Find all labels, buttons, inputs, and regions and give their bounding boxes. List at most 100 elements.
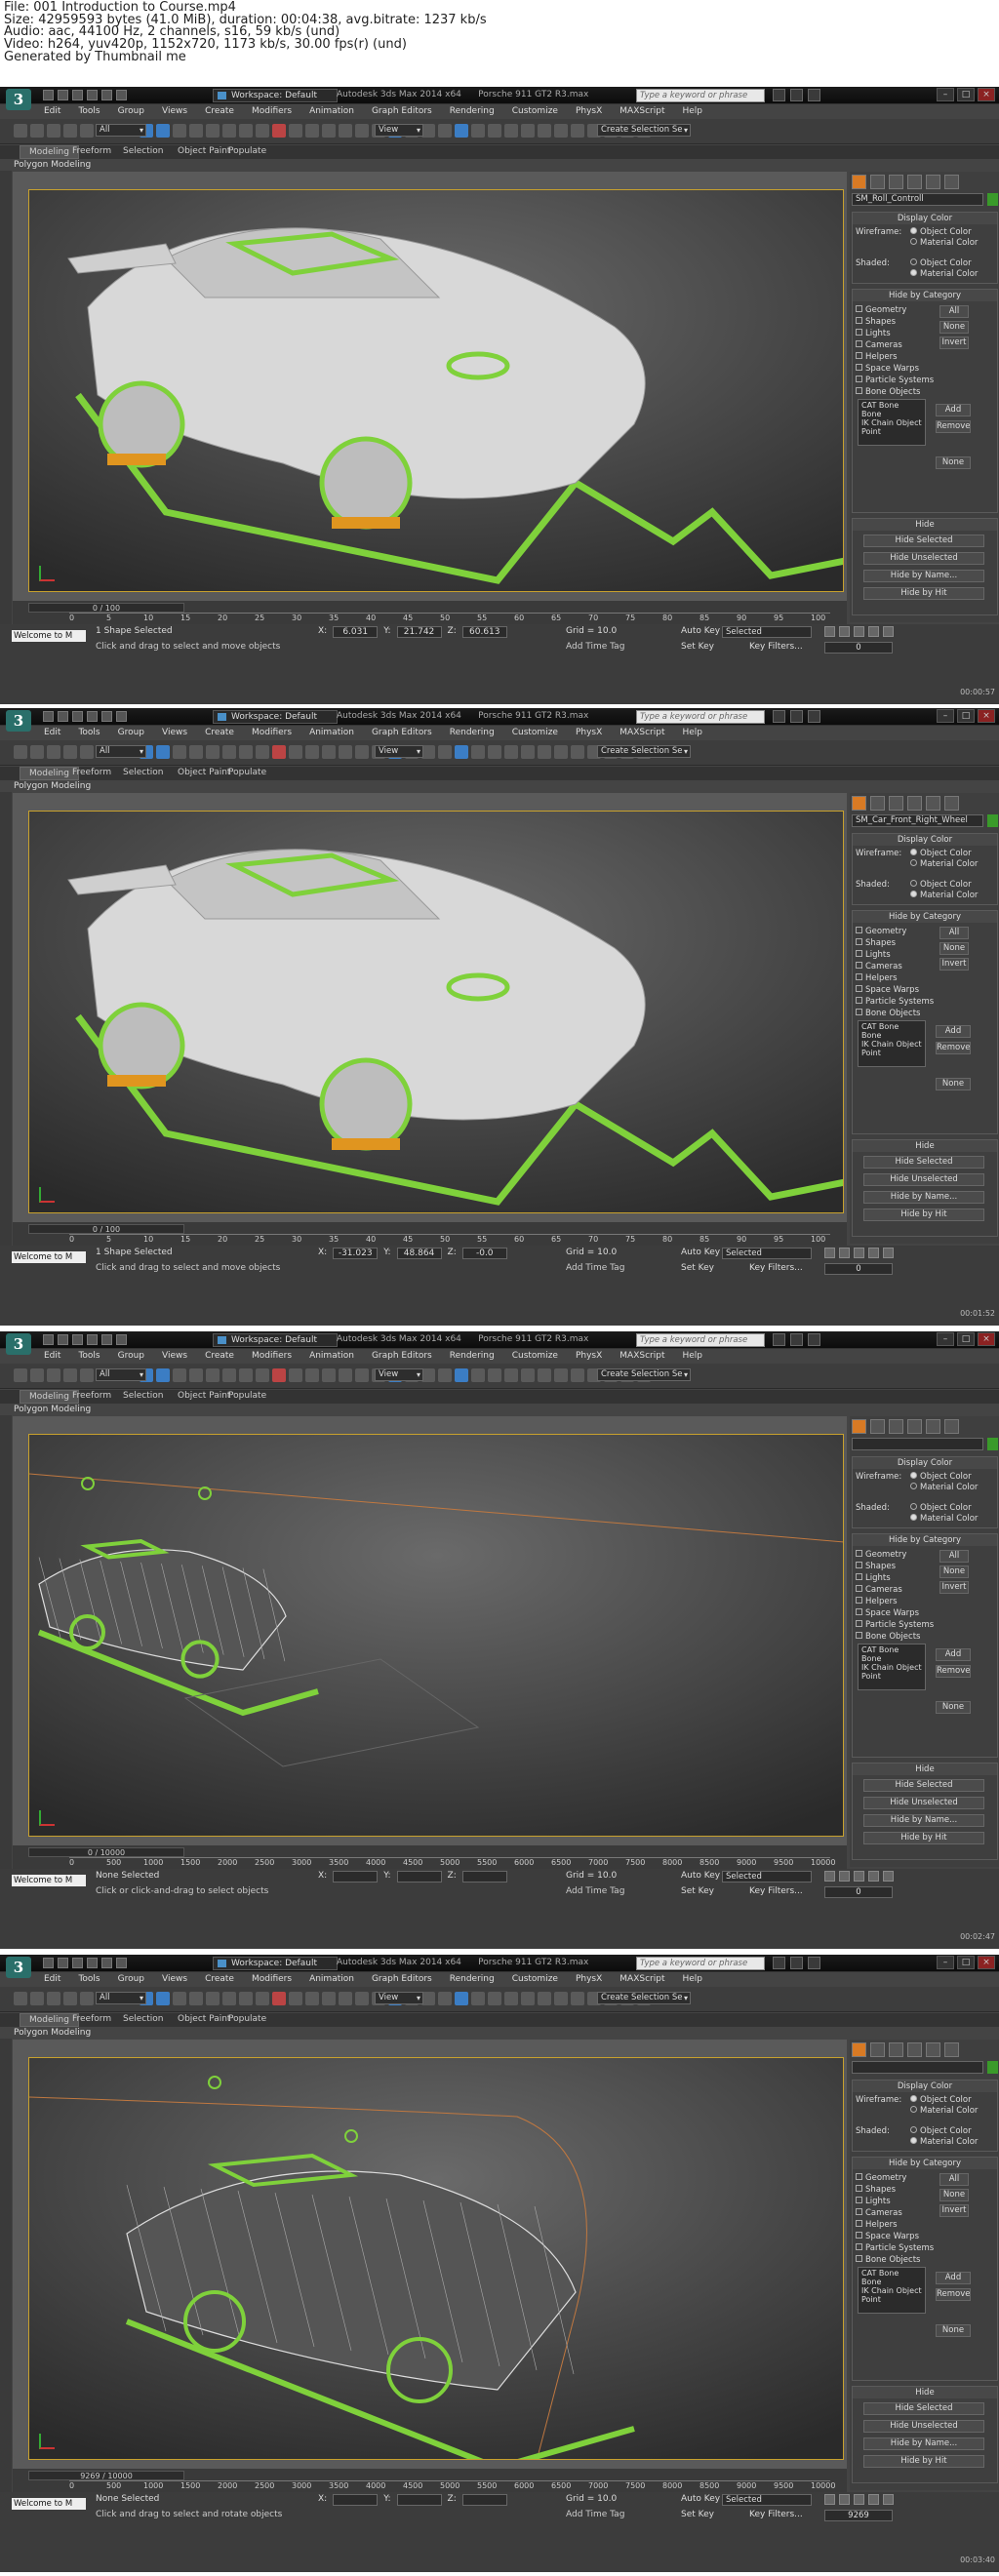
menu-item[interactable]: Edit xyxy=(35,1350,69,1363)
toolbar-tool-icon[interactable] xyxy=(438,1368,452,1382)
toolbar-tool-icon[interactable] xyxy=(488,1992,501,2005)
hide-by-hit-button[interactable]: Hide by Hit xyxy=(863,1832,984,1844)
maximize-button[interactable]: □ xyxy=(957,709,975,723)
redo-icon[interactable] xyxy=(101,90,112,100)
shaded-object-color-radio[interactable]: Object Color xyxy=(910,880,972,890)
add-time-tag[interactable]: Add Time Tag xyxy=(566,1263,624,1273)
toolbar-tool-icon[interactable] xyxy=(173,1992,186,2005)
category-checkbox[interactable]: Lights xyxy=(856,329,891,338)
ribbon-tab[interactable]: Modeling xyxy=(20,767,79,780)
toolbar-tool-icon[interactable] xyxy=(206,1992,220,2005)
prev-frame-icon[interactable] xyxy=(839,1871,850,1882)
category-all-button[interactable]: All xyxy=(939,1550,969,1563)
hierarchy-tab-icon[interactable] xyxy=(889,175,903,189)
auto-key-button[interactable]: Auto Key xyxy=(681,1871,720,1881)
binoculars-icon[interactable] xyxy=(773,710,785,723)
redo-icon[interactable] xyxy=(101,1958,112,1968)
selection-filter-dropdown[interactable]: All xyxy=(96,1368,146,1381)
category-invert-button[interactable]: Invert xyxy=(939,1581,969,1594)
category-checkbox[interactable]: Cameras xyxy=(856,340,902,350)
category-checkbox[interactable]: Bone Objects xyxy=(856,387,920,397)
prev-frame-icon[interactable] xyxy=(839,1248,850,1258)
create-tab-icon[interactable] xyxy=(852,175,866,189)
object-color-swatch[interactable] xyxy=(987,814,998,827)
open-icon[interactable] xyxy=(58,90,68,100)
key-selection-dropdown[interactable]: Selected xyxy=(722,2494,812,2506)
z-coordinate-field[interactable]: 60.613 xyxy=(461,626,507,638)
menu-item[interactable]: MAXScript xyxy=(611,1350,673,1363)
menu-item[interactable]: Create xyxy=(196,105,243,118)
toolbar-tool-icon[interactable] xyxy=(239,1992,253,2005)
ribbon-tab[interactable]: Freeform xyxy=(72,146,111,156)
undo-icon[interactable] xyxy=(87,90,98,100)
menu-item[interactable]: PhysX xyxy=(567,1350,611,1363)
toolbar-tool-icon[interactable] xyxy=(256,745,269,759)
category-checkbox[interactable]: Space Warps xyxy=(856,364,919,374)
category-checkbox[interactable]: Geometry xyxy=(856,305,906,315)
hide-by-name-button[interactable]: Hide by Name... xyxy=(863,2437,984,2450)
toolbar-tool-icon[interactable] xyxy=(289,1368,302,1382)
toolbar-tool-icon[interactable] xyxy=(14,745,27,759)
shaded-material-color-radio[interactable]: Material Color xyxy=(910,1514,978,1524)
object-name-field[interactable]: SM_Roll_Controll xyxy=(852,193,983,206)
key-filters-button[interactable]: Key Filters... xyxy=(749,1886,803,1896)
z-coordinate-field[interactable] xyxy=(461,2494,507,2506)
menu-item[interactable]: Modifiers xyxy=(243,1350,300,1363)
category-checkbox[interactable]: Bone Objects xyxy=(856,2255,920,2265)
menu-item[interactable]: Views xyxy=(153,1973,196,1986)
toolbar-tool-icon[interactable] xyxy=(571,124,584,138)
y-coordinate-field[interactable]: 21.742 xyxy=(396,626,442,638)
wire-object-color-radio[interactable]: Object Color xyxy=(910,1472,972,1482)
modify-tab-icon[interactable] xyxy=(870,1419,885,1434)
rollout-title[interactable]: Display Color xyxy=(853,834,997,846)
wire-material-color-radio[interactable]: Material Color xyxy=(910,859,978,869)
prev-frame-icon[interactable] xyxy=(839,626,850,637)
x-coordinate-field[interactable] xyxy=(333,2494,379,2506)
list-remove-button[interactable]: Remove xyxy=(936,1042,971,1054)
key-filters-button[interactable]: Key Filters... xyxy=(749,1263,803,1273)
menu-item[interactable]: Create xyxy=(196,727,243,739)
toolbar-tool-icon[interactable] xyxy=(272,1992,286,2005)
toolbar-tool-icon[interactable] xyxy=(272,124,286,138)
category-none-button[interactable]: None xyxy=(939,942,969,955)
modify-tab-icon[interactable] xyxy=(870,796,885,811)
category-checkbox[interactable]: Particle Systems xyxy=(856,376,934,385)
toolbar-tool-icon[interactable] xyxy=(189,1368,203,1382)
toolbar-tool-icon[interactable] xyxy=(80,1992,94,2005)
binoculars-icon[interactable] xyxy=(773,89,785,101)
workspace-dropdown[interactable]: Workspace: Default xyxy=(213,89,338,102)
menu-item[interactable]: Graph Editors xyxy=(363,105,441,118)
toolbar-tool-icon[interactable] xyxy=(488,745,501,759)
toolbar-tool-icon[interactable] xyxy=(14,1992,27,2005)
hide-selected-button[interactable]: Hide Selected xyxy=(863,1156,984,1169)
object-name-field[interactable] xyxy=(852,1438,983,1450)
add-time-tag[interactable]: Add Time Tag xyxy=(566,2510,624,2519)
toolbar-tool-icon[interactable] xyxy=(222,1992,236,2005)
menu-item[interactable]: Animation xyxy=(300,105,363,118)
category-checkbox[interactable]: Helpers xyxy=(856,973,898,983)
toolbar-tool-icon[interactable] xyxy=(554,745,568,759)
toolbar-tool-icon[interactable] xyxy=(63,1992,77,2005)
toolbar-tool-icon[interactable] xyxy=(322,1992,336,2005)
help-icon[interactable] xyxy=(808,1957,820,1969)
menu-item[interactable]: Views xyxy=(153,105,196,118)
toolbar-tool-icon[interactable] xyxy=(63,1368,77,1382)
shaded-material-color-radio[interactable]: Material Color xyxy=(910,2137,978,2147)
object-color-swatch[interactable] xyxy=(987,193,998,206)
modify-tab-icon[interactable] xyxy=(870,2042,885,2057)
wire-material-color-radio[interactable]: Material Color xyxy=(910,238,978,248)
toolbar-tool-icon[interactable] xyxy=(222,745,236,759)
menu-item[interactable]: PhysX xyxy=(567,1973,611,1986)
toolbar-tool-icon[interactable] xyxy=(206,124,220,138)
hierarchy-tab-icon[interactable] xyxy=(889,2042,903,2057)
menu-item[interactable]: Edit xyxy=(35,1973,69,1986)
next-frame-icon[interactable] xyxy=(868,1871,879,1882)
toolbar-tool-icon[interactable] xyxy=(339,1368,352,1382)
y-coordinate-field[interactable] xyxy=(396,2494,442,2506)
category-checkbox[interactable]: Helpers xyxy=(856,1597,898,1606)
ribbon-tab[interactable]: Populate xyxy=(228,146,266,156)
time-slider[interactable]: 0 / 100 xyxy=(28,603,184,613)
toolbar-tool-icon[interactable] xyxy=(339,1992,352,2005)
x-coordinate-field[interactable]: 6.031 xyxy=(333,626,379,638)
wire-object-color-radio[interactable]: Object Color xyxy=(910,849,972,858)
